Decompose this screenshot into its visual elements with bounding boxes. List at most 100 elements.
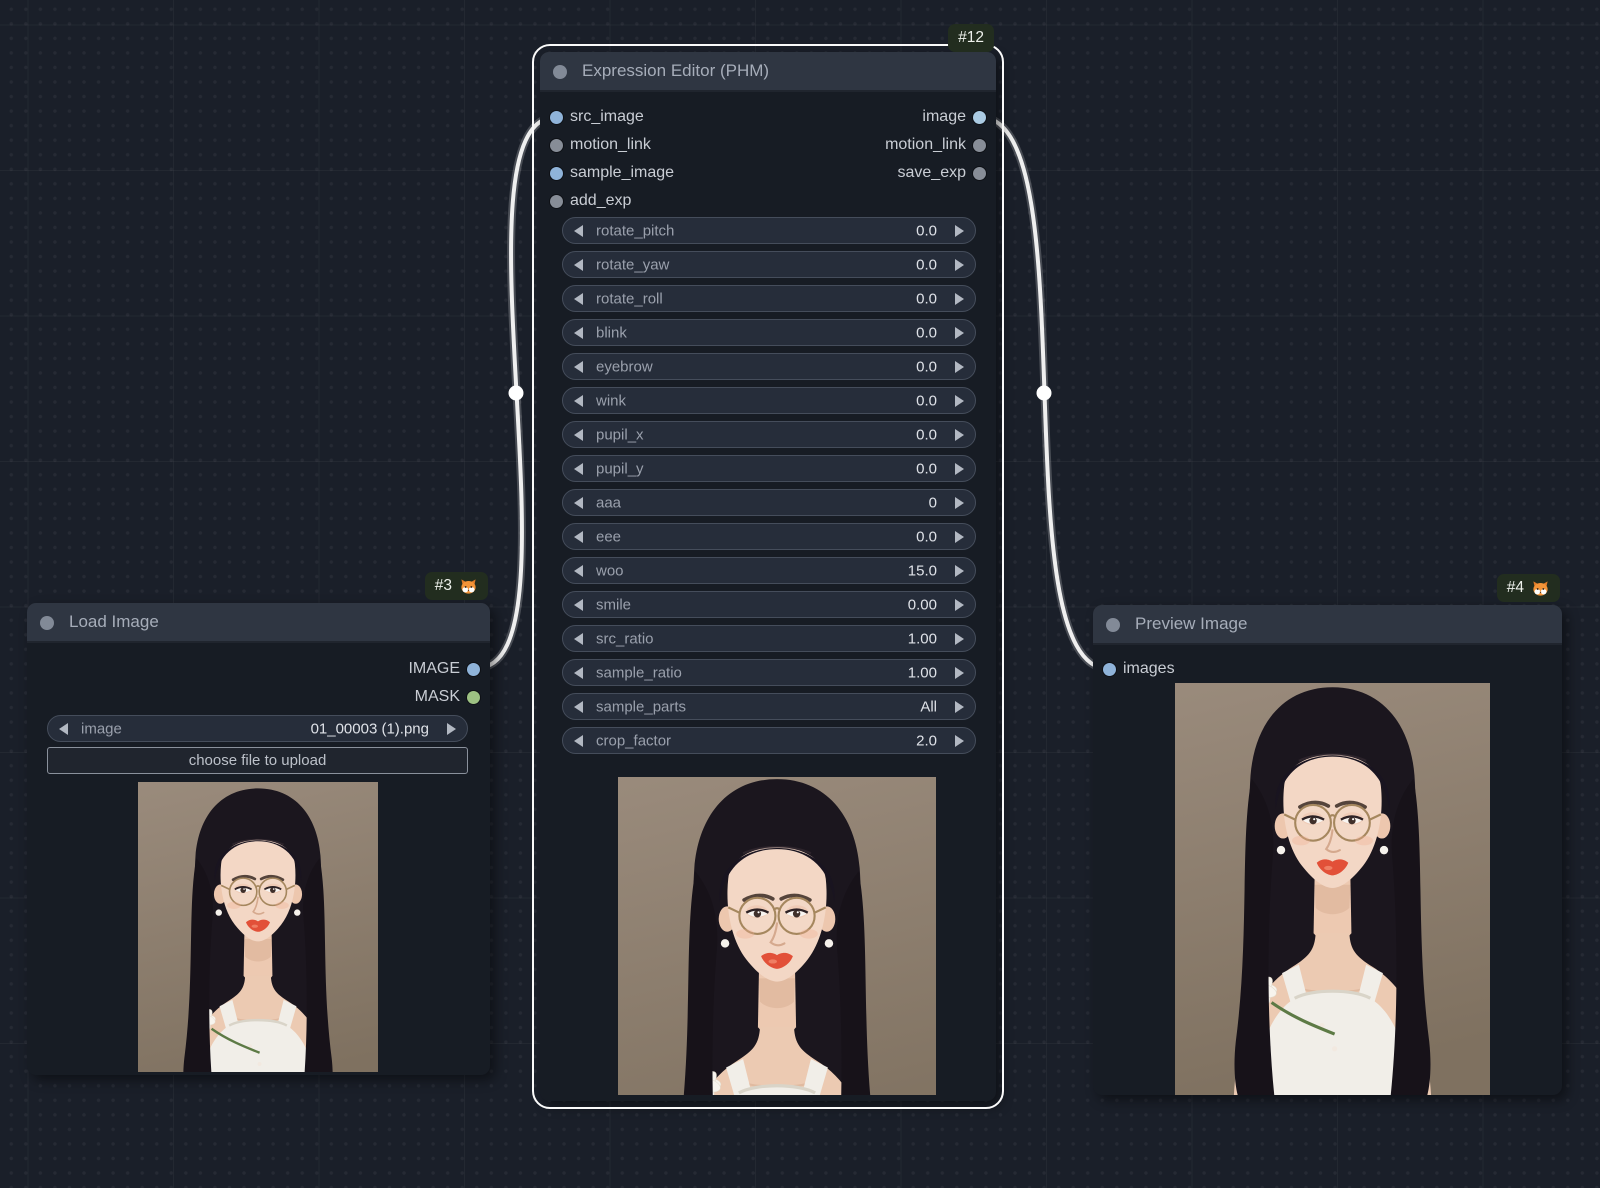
slider-widget[interactable]: rotate_roll 0.0 [562,285,976,312]
node-header[interactable]: Preview Image [1093,605,1562,645]
slider-widget[interactable]: rotate_pitch 0.0 [562,217,976,244]
slider-label: pupil_x [596,426,644,443]
node-header[interactable]: Load Image [27,603,490,643]
input-port-src-image[interactable] [550,110,563,124]
decrement-arrow-icon[interactable] [574,598,583,611]
increment-arrow-icon[interactable] [955,360,964,373]
slider-label: eee [596,528,622,545]
output-port-mask[interactable] [467,690,480,704]
image-combo-widget[interactable]: image 01_00003 (1).png [47,715,468,742]
increment-arrow-icon[interactable] [955,292,964,305]
increment-arrow-icon[interactable] [955,224,964,237]
output-port-image[interactable] [467,662,480,676]
node-id-label: #3 [434,577,452,594]
decrement-arrow-icon[interactable] [574,666,583,679]
slider-widget[interactable]: eee 0.0 [562,523,976,550]
slider-widget[interactable]: pupil_y 0.0 [562,455,976,482]
increment-arrow-icon[interactable] [955,734,964,747]
decrement-arrow-icon[interactable] [574,496,583,509]
increment-arrow-icon[interactable] [955,530,964,543]
fox-icon [1533,580,1548,596]
increment-arrow-icon[interactable] [955,258,964,271]
input-port-motion-link[interactable] [550,138,563,152]
slider-widget[interactable]: sample_ratio 1.00 [562,659,976,686]
increment-arrow-icon[interactable] [955,700,964,713]
increment-arrow-icon[interactable] [955,564,964,577]
input-port-images[interactable] [1103,662,1116,676]
increment-arrow-icon[interactable] [955,632,964,645]
slider-value: 0.0 [916,358,937,375]
decrement-arrow-icon[interactable] [574,326,583,339]
slider-value: 0 [928,494,937,511]
node-expression-editor[interactable]: #12 Expression Editor (PHM) src_image mo… [532,24,1004,1109]
decrement-arrow-icon[interactable] [574,292,583,305]
decrement-arrow-icon[interactable] [574,360,583,373]
decrement-arrow-icon[interactable] [574,632,583,645]
node-header[interactable]: Expression Editor (PHM) [540,52,996,92]
slider-label: rotate_roll [596,290,663,307]
node-preview-image[interactable]: #4 Preview Image images [1093,574,1562,1095]
increment-arrow-icon[interactable] [955,598,964,611]
increment-arrow-icon[interactable] [955,428,964,441]
slider-widget[interactable]: crop_factor 2.0 [562,727,976,754]
slider-widget[interactable]: eyebrow 0.0 [562,353,976,380]
slider-label: src_ratio [596,630,654,647]
decrement-arrow-icon[interactable] [574,462,583,475]
increment-arrow-icon[interactable] [955,326,964,339]
slider-widget[interactable]: sample_parts All [562,693,976,720]
next-arrow-icon[interactable] [447,722,456,735]
decrement-arrow-icon[interactable] [574,224,583,237]
node-collapse-dot[interactable] [1106,618,1120,632]
decrement-arrow-icon[interactable] [574,394,583,407]
wire-midpoint-dot [1036,385,1052,401]
slider-value: 1.00 [907,664,937,681]
slider-widget[interactable]: rotate_yaw 0.0 [562,251,976,278]
output-port-save-exp[interactable] [973,166,986,180]
result-image-preview[interactable] [1175,683,1490,1095]
decrement-arrow-icon[interactable] [574,258,583,271]
slider-label: blink [596,324,627,341]
node-load-image[interactable]: #3 Load Image IMAGE MASK image 01_00003 … [27,572,490,1075]
output-port-motion-link[interactable] [973,138,986,152]
input-row: src_image [540,106,768,128]
decrement-arrow-icon[interactable] [574,734,583,747]
increment-arrow-icon[interactable] [955,666,964,679]
increment-arrow-icon[interactable] [955,496,964,509]
decrement-arrow-icon[interactable] [574,700,583,713]
slider-value: 0.0 [916,256,937,273]
slider-value: 15.0 [907,562,937,579]
output-label: motion_link [885,136,966,153]
decrement-arrow-icon[interactable] [574,530,583,543]
slider-value: 0.00 [907,596,937,613]
output-port-image[interactable] [973,110,986,124]
input-label: motion_link [570,136,651,153]
slider-widget[interactable]: woo 15.0 [562,557,976,584]
output-label: image [922,108,966,125]
slider-value: 0.0 [916,460,937,477]
slider-widget[interactable]: smile 0.00 [562,591,976,618]
slider-widget[interactable]: pupil_x 0.0 [562,421,976,448]
increment-arrow-icon[interactable] [955,462,964,475]
node-graph-canvas[interactable]: #3 Load Image IMAGE MASK image 01_00003 … [0,0,1600,1188]
node-image-preview[interactable] [618,777,936,1095]
loaded-image-preview[interactable] [138,782,378,1072]
node-id-label: #12 [958,29,984,46]
input-port-add-exp[interactable] [550,194,563,208]
slider-widget[interactable]: src_ratio 1.00 [562,625,976,652]
input-port-sample-image[interactable] [550,166,563,180]
slider-widget[interactable]: blink 0.0 [562,319,976,346]
output-label: IMAGE [408,660,460,677]
slider-label: rotate_yaw [596,256,670,273]
node-collapse-dot[interactable] [553,65,567,79]
slider-label: wink [596,392,627,409]
prev-arrow-icon[interactable] [59,722,68,735]
slider-widget[interactable]: aaa 0 [562,489,976,516]
slider-value: 2.0 [916,732,937,749]
node-collapse-dot[interactable] [40,616,54,630]
node-badge: #4 [1496,574,1560,602]
slider-widget[interactable]: wink 0.0 [562,387,976,414]
decrement-arrow-icon[interactable] [574,428,583,441]
increment-arrow-icon[interactable] [955,394,964,407]
choose-file-button[interactable]: choose file to upload [47,747,468,774]
decrement-arrow-icon[interactable] [574,564,583,577]
